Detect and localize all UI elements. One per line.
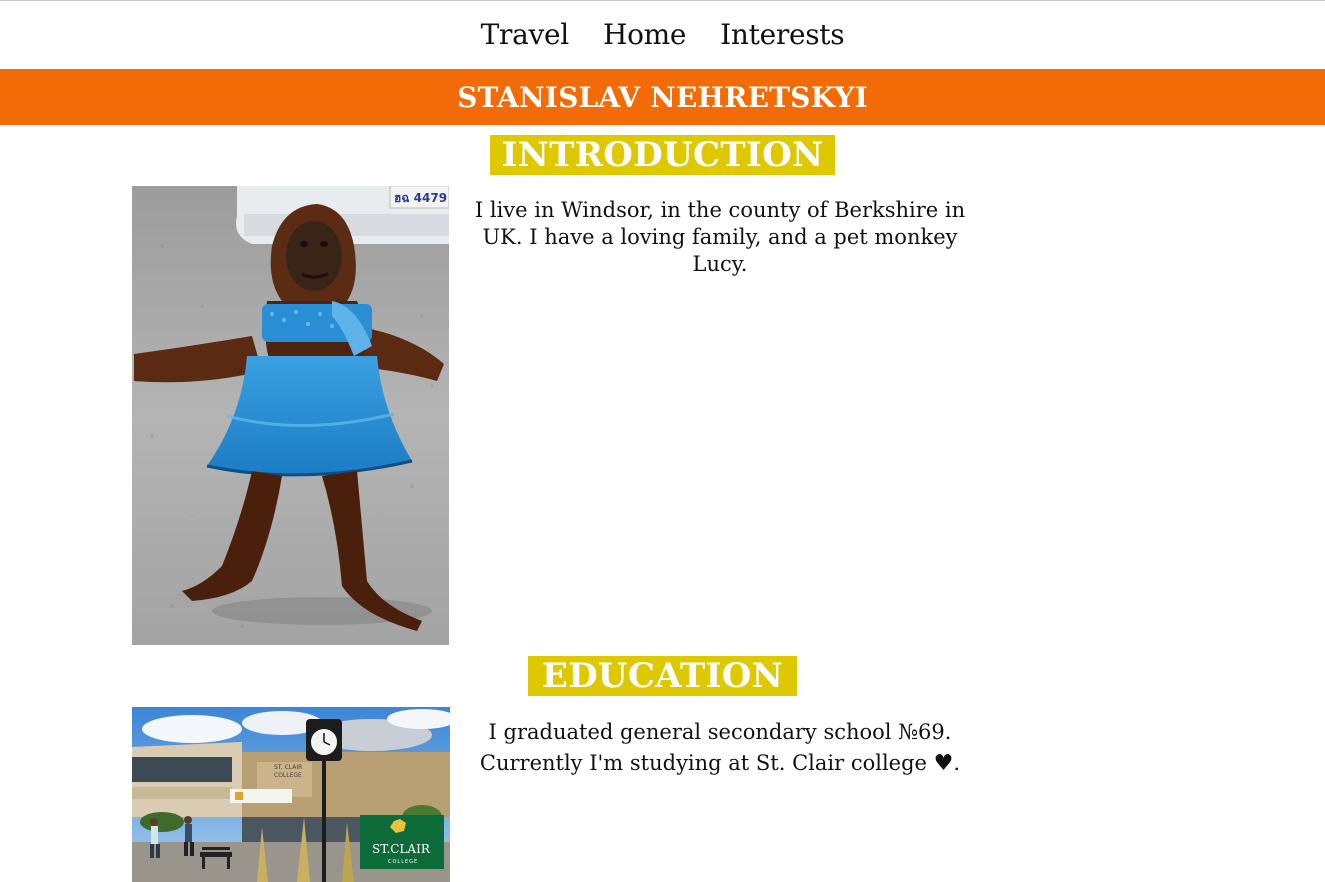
college-photo: ST. CLAIR COLLEGE ST.CLAIR COLLEGE [132,707,450,882]
college-logo-text: ST.CLAIR [372,842,431,856]
education-heading: EDUCATION [528,656,797,696]
college-logo-sub: COLLEGE [388,859,418,865]
nav-link-interests[interactable]: Interests [720,18,844,51]
introduction-heading: INTRODUCTION [490,135,835,175]
building-sign-1: ST. CLAIR [274,764,302,771]
name-banner: STANISLAV NEHRETSKYI [0,69,1325,125]
education-text: I graduated general secondary school №69… [470,717,970,779]
introduction-text: I live in Windsor, in the county of Berk… [474,198,966,276]
building-sign-2: COLLEGE [274,772,302,779]
education-text-end: . [953,751,961,775]
heart-icon: ♥ [933,751,954,776]
license-plate-text: ฮฉ 4479 [394,191,447,205]
monkey-photo: ฮฉ 4479 [132,186,449,645]
main-nav: Travel Home Interests [0,0,1325,69]
nav-link-home[interactable]: Home [603,18,687,51]
education-text-main: I graduated general secondary school №69… [479,720,952,775]
nav-link-travel[interactable]: Travel [481,18,570,51]
page-title: STANISLAV NEHRETSKYI [457,80,868,114]
